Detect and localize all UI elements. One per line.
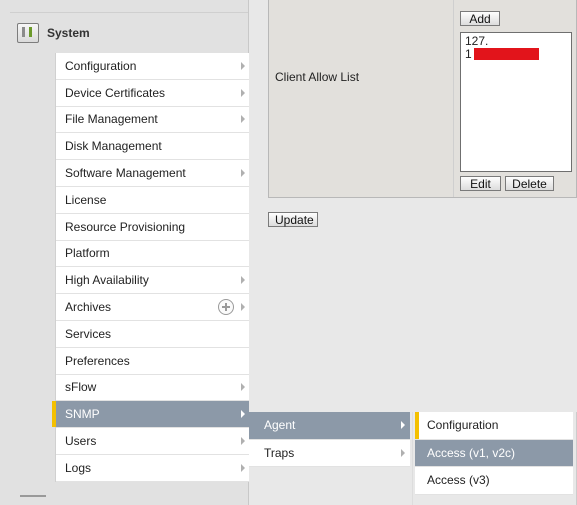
system-icon <box>17 23 39 43</box>
divider <box>10 12 248 13</box>
submenu-item-traps[interactable]: Traps <box>249 440 410 467</box>
submenu-item-label: Agent <box>264 418 296 433</box>
menu-item-logs[interactable]: Logs <box>56 455 249 482</box>
plus-circle-icon[interactable] <box>218 299 234 316</box>
menu-item-label: sFlow <box>65 380 97 395</box>
submenu-item-agent[interactable]: Agent <box>249 412 410 440</box>
submenu-item-access-v3[interactable]: Access (v3) <box>415 467 573 495</box>
divider <box>20 495 46 497</box>
system-title: System <box>47 26 90 40</box>
menu-item-label: SNMP <box>65 407 100 422</box>
menu-item-license[interactable]: License <box>56 187 249 214</box>
add-button[interactable]: Add <box>460 11 500 26</box>
menu-item-resource-provisioning[interactable]: Resource Provisioning <box>56 214 249 241</box>
menu-item-label: Users <box>65 434 97 449</box>
menu-item-label: Disk Management <box>65 139 162 154</box>
chevron-right-icon <box>401 448 405 457</box>
menu-item-label: License <box>65 192 107 207</box>
edit-button[interactable]: Edit <box>460 176 501 191</box>
system-menu: Configuration Device Certificates File M… <box>52 53 249 482</box>
submenu-item-label: Access (v3) <box>427 473 490 488</box>
chevron-right-icon <box>241 303 245 312</box>
chevron-right-icon <box>241 276 245 285</box>
menu-item-preferences[interactable]: Preferences <box>56 348 249 375</box>
menu-item-snmp[interactable]: SNMP <box>52 401 249 429</box>
client-allow-list-box[interactable]: 127. 1 <box>460 32 572 172</box>
menu-item-label: Preferences <box>65 353 130 368</box>
submenu-item-configuration[interactable]: Configuration <box>415 412 573 440</box>
chevron-right-icon <box>241 88 245 97</box>
menu-item-sflow[interactable]: sFlow <box>56 375 249 402</box>
submenu-item-label: Configuration <box>427 418 499 433</box>
menu-item-platform[interactable]: Platform <box>56 241 249 268</box>
submenu-item-label: Access (v1, v2c) <box>427 445 516 460</box>
menu-item-label: High Availability <box>65 273 149 288</box>
update-button[interactable]: Update <box>268 212 318 227</box>
menu-item-label: Configuration <box>65 58 137 73</box>
list-item[interactable]: 1 <box>465 48 567 61</box>
menu-item-disk-management[interactable]: Disk Management <box>56 133 249 161</box>
system-header[interactable]: System <box>17 22 90 44</box>
chevron-right-icon <box>241 463 245 472</box>
menu-item-configuration[interactable]: Configuration <box>56 53 249 80</box>
chevron-right-icon <box>241 383 245 392</box>
menu-item-label: Software Management <box>65 166 186 181</box>
menu-item-file-management[interactable]: File Management <box>56 107 249 134</box>
snmp-submenu: Agent Traps <box>249 412 410 467</box>
menu-item-label: Archives <box>65 300 112 315</box>
list-item[interactable]: 127. <box>465 35 567 48</box>
chevron-right-icon <box>241 61 245 70</box>
menu-item-device-certificates[interactable]: Device Certificates <box>56 80 249 107</box>
menu-item-label: Logs <box>65 460 92 475</box>
menu-item-label: Platform <box>65 246 110 261</box>
menu-item-services[interactable]: Services <box>56 321 249 348</box>
chevron-right-icon <box>241 115 245 124</box>
chevron-right-icon <box>241 437 245 446</box>
redaction-mark <box>473 48 539 60</box>
menu-item-high-availability[interactable]: High Availability <box>56 267 249 295</box>
menu-item-users[interactable]: Users <box>56 428 249 455</box>
delete-button[interactable]: Delete <box>505 176 554 191</box>
menu-item-archives[interactable]: Archives <box>56 294 249 321</box>
menu-item-label: Resource Provisioning <box>65 219 186 234</box>
menu-item-label: Device Certificates <box>65 85 166 100</box>
menu-item-software-management[interactable]: Software Management <box>56 160 249 187</box>
menu-item-label: File Management <box>65 112 158 127</box>
client-allow-list-label: Client Allow List <box>275 70 360 84</box>
chevron-right-icon <box>241 169 245 178</box>
submenu-item-label: Traps <box>264 445 295 460</box>
agent-submenu: Configuration Access (v1, v2c) Access (v… <box>415 412 573 495</box>
chevron-right-icon <box>401 421 405 430</box>
chevron-right-icon <box>241 410 245 419</box>
submenu-item-access-v1-v2c[interactable]: Access (v1, v2c) <box>415 439 573 467</box>
menu-item-label: Services <box>65 326 112 341</box>
